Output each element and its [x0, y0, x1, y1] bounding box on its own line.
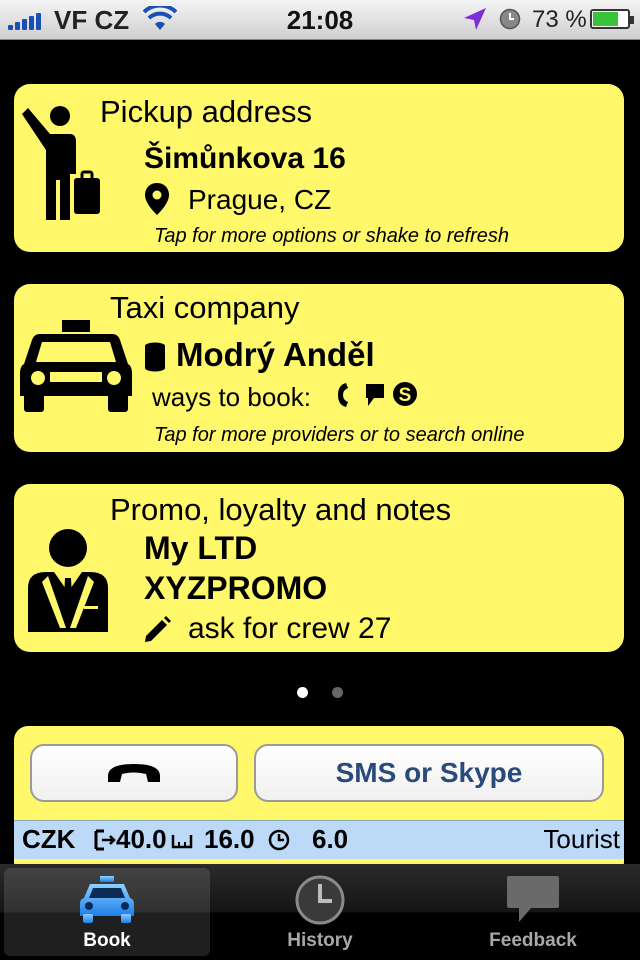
- sms-icon: [366, 384, 384, 406]
- skype-icon: S: [393, 382, 417, 406]
- time-fare-icon: [268, 829, 290, 851]
- fare-start: 40.0: [116, 824, 167, 854]
- status-bar: VF CZ 21:08 73 %: [0, 0, 640, 40]
- fare-per-min: 6.0: [312, 824, 349, 854]
- start-fare-icon: [94, 829, 116, 851]
- tab-feedback-label: Feedback: [489, 930, 577, 951]
- company-logo-icon: [145, 342, 165, 372]
- tab-history[interactable]: History: [217, 868, 423, 956]
- battery-icon: [590, 9, 634, 29]
- pickup-street: Šimůnkova 16: [144, 142, 346, 175]
- tab-feedback[interactable]: Feedback: [430, 868, 636, 956]
- page-dot-active[interactable]: [296, 687, 308, 698]
- call-button[interactable]: [30, 744, 238, 802]
- fare-tariff: Tourist: [543, 824, 620, 854]
- pickup-heading: Pickup address: [100, 94, 312, 129]
- carrier-name: VF CZ: [54, 5, 130, 35]
- ways-to-book-label: ways to book:: [152, 382, 311, 412]
- clock-icon: [295, 875, 345, 925]
- hailing-passenger-icon: [22, 106, 100, 220]
- signal-icon: [8, 12, 48, 30]
- taxi-hint: Tap for more providers or to search onli…: [154, 424, 525, 446]
- page-indicator[interactable]: [0, 685, 640, 703]
- promo-note: ask for crew 27: [188, 612, 392, 645]
- promo-code: XYZPROMO: [144, 570, 328, 606]
- booking-panel: SMS or Skype CZK 40.0 16.0 6.0 Tourist: [14, 726, 624, 876]
- sms-skype-button[interactable]: SMS or Skype: [254, 744, 604, 802]
- promo-heading: Promo, loyalty and notes: [110, 492, 452, 527]
- battery-percentage: 73 %: [532, 6, 587, 33]
- fare-bar[interactable]: CZK 40.0 16.0 6.0 Tourist: [14, 820, 624, 859]
- pickup-hint: Tap for more options or shake to refresh: [154, 225, 509, 247]
- promo-company: My LTD: [144, 530, 258, 566]
- taxi-heading: Taxi company: [110, 290, 300, 325]
- alarm-icon: [499, 8, 521, 30]
- distance-icon: [171, 835, 193, 849]
- pencil-icon: [145, 616, 171, 642]
- svg-text:S: S: [399, 385, 412, 406]
- phone-handset-icon: [108, 764, 160, 782]
- taxi-icon: [80, 876, 134, 923]
- taxi-car-icon: [20, 320, 132, 412]
- phone-icon: [338, 383, 348, 407]
- pickup-address-card[interactable]: Pickup address Šimůnkova 16 Prague, CZ T…: [14, 84, 624, 252]
- fare-per-km: 16.0: [204, 824, 255, 854]
- tab-book[interactable]: Book: [4, 868, 210, 956]
- speech-bubble-icon: [507, 876, 559, 922]
- page-dot-inactive[interactable]: [332, 687, 344, 698]
- battery-level-fill: [593, 12, 618, 26]
- taxi-company-name: Modrý Anděl: [176, 336, 375, 373]
- fare-currency: CZK: [22, 824, 76, 854]
- tab-book-label: Book: [83, 930, 131, 951]
- sms-skype-label: SMS or Skype: [335, 757, 523, 788]
- business-person-icon: [28, 529, 108, 632]
- tab-bar: Book History Feedback: [0, 864, 640, 960]
- promo-notes-card[interactable]: Promo, loyalty and notes My LTD XYZPROMO…: [14, 484, 624, 652]
- wifi-icon: [143, 6, 177, 30]
- tab-history-label: History: [287, 930, 353, 951]
- pickup-city: Prague, CZ: [188, 184, 332, 215]
- taxi-company-card[interactable]: Taxi company Modrý Anděl ways to book: S…: [14, 284, 624, 452]
- map-pin-icon: [145, 183, 169, 215]
- location-icon: [464, 8, 486, 30]
